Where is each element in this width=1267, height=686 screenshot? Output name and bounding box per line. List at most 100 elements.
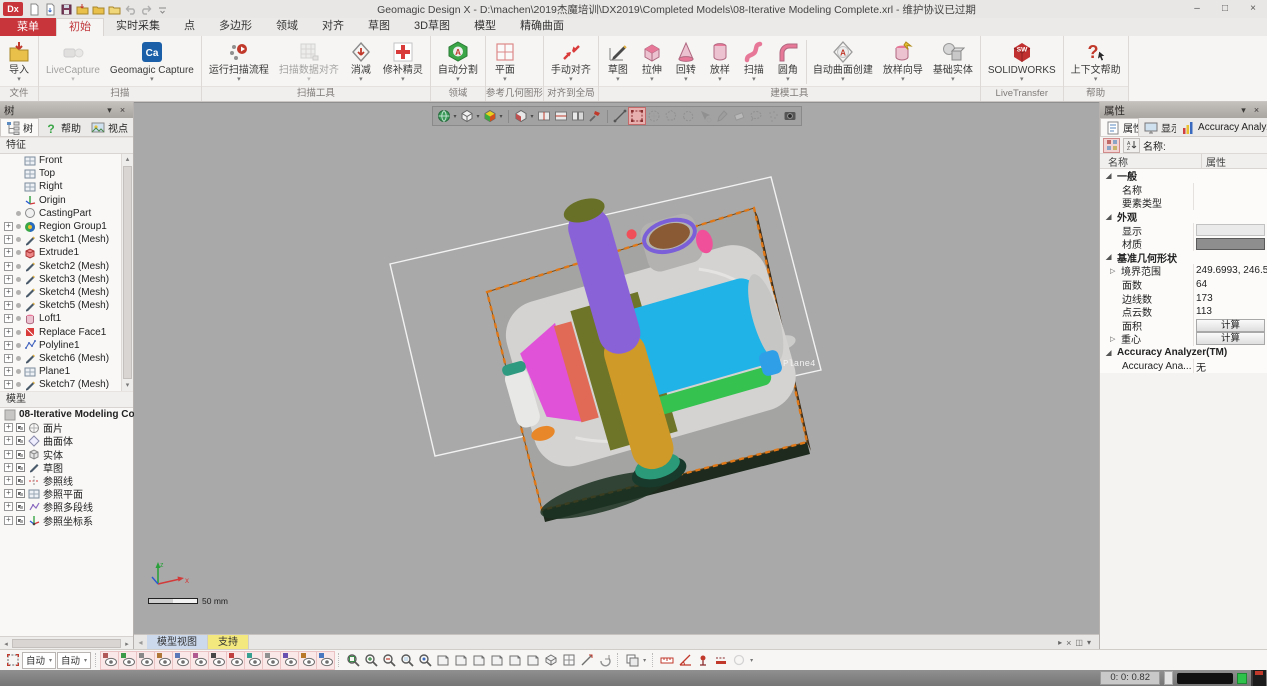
property-value[interactable]: 113 — [1193, 305, 1267, 319]
property-value[interactable]: 173 — [1193, 291, 1267, 305]
section-split-button[interactable] — [570, 108, 586, 124]
measure-circle-button[interactable] — [730, 652, 747, 669]
tree-item-Sketch4 (Mesh)[interactable]: +Sketch4 (Mesh) — [0, 286, 133, 299]
property-row-点云数[interactable]: 点云数113 — [1100, 305, 1267, 319]
marquee-select-button[interactable] — [4, 652, 21, 669]
ribbon-button-SOLIDWORKS[interactable]: SWSOLIDWORKS▾ — [983, 38, 1061, 86]
ribbon-button-放样[interactable]: 放样▾ — [703, 38, 737, 86]
alphabetical-sort-button[interactable]: AZ — [1123, 138, 1140, 153]
expander-icon[interactable]: + — [4, 262, 13, 271]
eye-curve-button[interactable] — [191, 652, 208, 669]
expander-icon[interactable]: + — [4, 301, 13, 310]
model-item-曲面体[interactable]: +曲面体 — [0, 434, 133, 447]
recent-folder-icon[interactable] — [107, 2, 122, 17]
ribbon-tab-模型[interactable]: 模型 — [462, 18, 508, 36]
eye-sketch-button[interactable] — [209, 652, 226, 669]
viewport-3d[interactable]: Plane4 ▾▾▾▾ x z 50 mm — [134, 102, 1099, 634]
ribbon-button-扫描[interactable]: 扫描▾ — [737, 38, 771, 86]
property-row-边线数[interactable]: 边线数173 — [1100, 291, 1267, 305]
tree-item-Top[interactable]: Top — [0, 167, 133, 180]
ribbon-tab-对齐[interactable]: 对齐 — [310, 18, 356, 36]
ribbon-button-自动曲面创建[interactable]: A自动曲面创建▾ — [808, 38, 878, 86]
eye-pointcloud-button[interactable] — [137, 652, 154, 669]
scroll-thumb[interactable] — [123, 166, 132, 379]
ribbon-button-上下文帮助[interactable]: ?上下文帮助▾ — [1066, 38, 1126, 86]
render-cube-button[interactable] — [513, 108, 529, 124]
ribbon-button-消减[interactable]: 消减▾ — [344, 38, 378, 86]
tree-item-Origin[interactable]: Origin — [0, 194, 133, 207]
view-rotate-button[interactable] — [596, 652, 613, 669]
link-toggle-icon[interactable] — [16, 423, 25, 432]
hammer-tool-button[interactable] — [587, 108, 603, 124]
model-item-面片[interactable]: +面片 — [0, 421, 133, 434]
tree-item-Sketch3 (Mesh)[interactable]: +Sketch3 (Mesh) — [0, 273, 133, 286]
property-value[interactable] — [1193, 237, 1267, 251]
ribbon-button-修补精灵[interactable]: 修补精灵▾ — [378, 38, 428, 86]
panel-tab-视点[interactable]: 视点 — [86, 119, 133, 136]
measure-point-button[interactable] — [694, 652, 711, 669]
tree-item-Sketch5 (Mesh)[interactable]: +Sketch5 (Mesh) — [0, 299, 133, 312]
expander-icon[interactable]: + — [4, 328, 13, 337]
name-column-header[interactable]: 名称 — [1100, 154, 1201, 169]
expander-icon[interactable]: + — [4, 248, 13, 257]
eye-region-button[interactable] — [119, 652, 136, 669]
property-value[interactable] — [1193, 183, 1267, 197]
close-icon[interactable]: × — [116, 105, 129, 115]
expander-icon[interactable]: + — [4, 354, 13, 363]
property-row-重心[interactable]: ▷重心计算 — [1100, 332, 1267, 346]
link-toggle-icon[interactable] — [16, 502, 25, 511]
expander-icon[interactable]: + — [4, 288, 13, 297]
section-front-button[interactable] — [536, 108, 552, 124]
property-row-境界范围[interactable]: ▷境界范围249.6993, 246.52... — [1100, 264, 1267, 278]
expand-icon[interactable]: ▷ — [1110, 335, 1119, 343]
property-value[interactable]: 249.6993, 246.52... — [1193, 264, 1267, 278]
menu-button[interactable]: 菜单 — [0, 18, 56, 36]
ribbon-tab-点[interactable]: 点 — [172, 18, 207, 36]
tree-item-Loft1[interactable]: +Loft1 — [0, 312, 133, 325]
ribbon-tab-初始[interactable]: 初始 — [56, 18, 104, 36]
copy-screen-button[interactable] — [623, 652, 640, 669]
scroll-right-icon[interactable]: ▸ — [121, 640, 133, 648]
ribbon-button-拉伸[interactable]: 拉伸▾ — [635, 38, 669, 86]
new-window-icon[interactable]: ◫ — [1075, 638, 1083, 647]
dropdown-caret-icon[interactable]: ▾ — [453, 113, 458, 120]
tree-item-Sketch6 (Mesh)[interactable]: +Sketch6 (Mesh) — [0, 352, 133, 365]
expander-icon[interactable]: + — [4, 314, 13, 323]
model-item-实体[interactable]: +实体 — [0, 448, 133, 461]
view-tab-模型视图[interactable]: 模型视图 — [147, 635, 208, 650]
tree-item-Right[interactable]: Right — [0, 180, 133, 193]
view-tab-支持[interactable]: 支持 — [208, 635, 249, 650]
property-row-Accuracy Ana...[interactable]: Accuracy Ana...无 — [1100, 359, 1267, 373]
eye-refgeom-button[interactable] — [281, 652, 298, 669]
cube-view-button[interactable] — [459, 108, 475, 124]
color-cube-view-button[interactable] — [482, 108, 498, 124]
eye-measure-button[interactable] — [317, 652, 334, 669]
expander-icon[interactable]: + — [4, 476, 13, 485]
scroll-up-icon[interactable]: ▴ — [126, 154, 130, 165]
eye-mesh-button[interactable] — [155, 652, 172, 669]
link-toggle-icon[interactable] — [16, 489, 25, 498]
pin-icon[interactable]: ▾ — [103, 105, 116, 116]
expander-icon[interactable]: + — [4, 222, 13, 231]
panel-tab-属性[interactable]: 属性 — [1100, 118, 1139, 136]
display-value-button[interactable] — [1196, 224, 1265, 236]
tree-item-Front[interactable]: Front — [0, 154, 133, 167]
expander-icon[interactable]: + — [4, 380, 13, 389]
view-menu-caret-icon[interactable]: ▾ — [1087, 638, 1091, 647]
pin-icon[interactable]: ▾ — [1237, 105, 1250, 116]
expander-icon[interactable]: + — [4, 489, 13, 498]
scroll-left-icon[interactable]: ◂ — [0, 640, 12, 648]
ribbon-button-导入[interactable]: 导入▾ — [2, 38, 36, 86]
zoom-in-button[interactable] — [362, 652, 379, 669]
camera-toggle-button[interactable] — [782, 108, 798, 124]
expander-icon[interactable]: + — [4, 502, 13, 511]
view-grid-button[interactable] — [560, 652, 577, 669]
property-row-面数[interactable]: 面数64 — [1100, 278, 1267, 292]
zoom-out-button[interactable] — [380, 652, 397, 669]
line-select-button[interactable] — [612, 108, 628, 124]
expander-icon[interactable]: + — [4, 367, 13, 376]
close-icon[interactable]: × — [1250, 105, 1263, 115]
view-right-button[interactable] — [488, 652, 505, 669]
view-bottom-button[interactable] — [524, 652, 541, 669]
view-left-button[interactable] — [470, 652, 487, 669]
